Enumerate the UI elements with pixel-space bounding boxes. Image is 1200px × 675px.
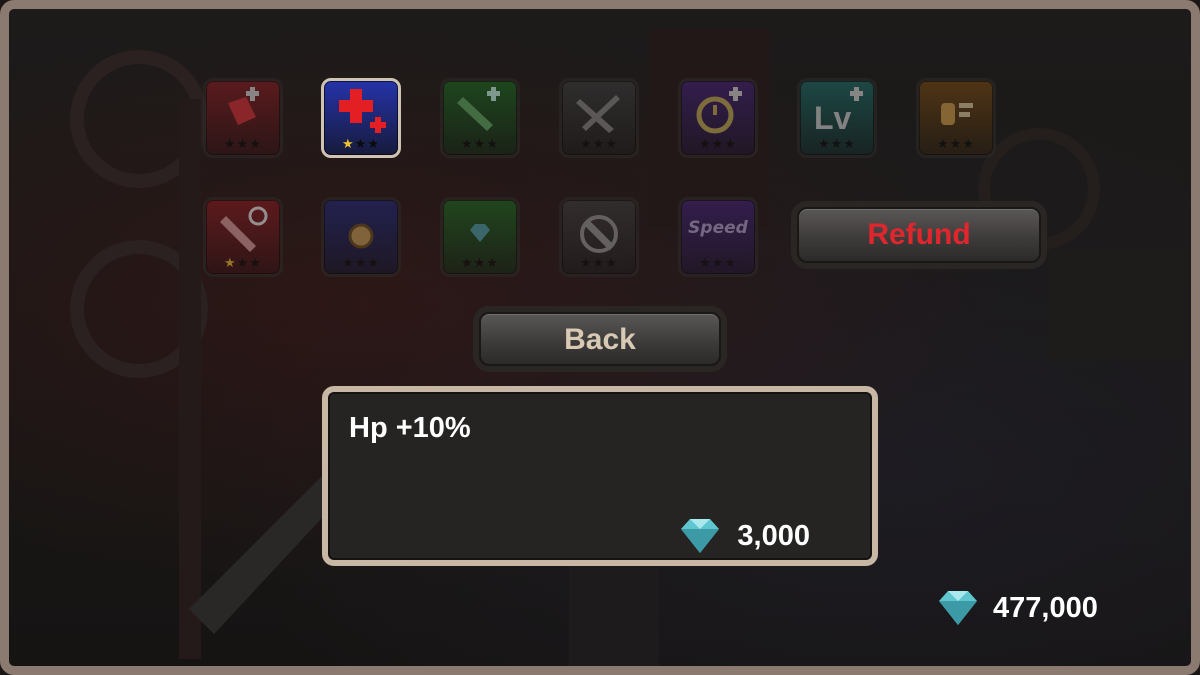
skill-slot-hp-up[interactable]: ★★★ <box>321 78 401 158</box>
gem-balance: 477,000 <box>935 585 1098 631</box>
sword-clock-icon <box>220 206 268 252</box>
speed-label: Speed <box>688 218 748 238</box>
skill-slot-sword-up[interactable]: ★★★ <box>440 78 520 158</box>
refund-button[interactable]: Refund <box>797 207 1041 263</box>
coin-icon <box>348 223 374 249</box>
upgrade-cost: 3,000 <box>677 514 810 558</box>
skill-stars: ★★★ <box>580 256 618 271</box>
skill-stars: ★★★ <box>461 256 499 271</box>
skill-stars: ★★★ <box>580 137 618 152</box>
skill-info-panel: Hp +10% 3,000 <box>322 386 878 566</box>
skill-stars: ★★★ <box>937 137 975 152</box>
skill-stars: ★★★ <box>342 256 380 271</box>
gem-icon <box>470 224 490 242</box>
skill-slot-gem[interactable]: ★★★ <box>440 197 520 277</box>
skill-description: Hp +10% <box>349 412 471 444</box>
sword-plus-icon <box>457 87 500 131</box>
no-sword-icon <box>580 215 618 253</box>
skill-slot-gold-up[interactable]: ★★★ <box>916 78 996 158</box>
attack-power-icon <box>228 87 259 125</box>
skill-stars: ★★★ <box>461 137 499 152</box>
skill-stars: ★★★ <box>342 137 380 152</box>
balance-value: 477,000 <box>993 591 1098 624</box>
skill-slot-attack-power-up[interactable]: ★★★ <box>203 78 283 158</box>
skill-slot-time-up[interactable]: ★★★ <box>678 78 758 158</box>
skill-stars: ★★★ <box>818 137 856 152</box>
skill-stars: ★★★ <box>699 256 737 271</box>
level-up-icon: Lv <box>814 87 863 136</box>
skill-slot-speed[interactable]: Speed ★★★ <box>678 197 758 277</box>
diamond-icon <box>939 591 977 625</box>
gold-bonus-icon <box>941 103 973 125</box>
skill-stars: ★★★ <box>699 137 737 152</box>
skill-slot-no-sword[interactable]: ★★★ <box>559 197 639 277</box>
skill-stars: ★★★ <box>224 256 262 271</box>
skill-slot-coin[interactable]: ★★★ <box>321 197 401 277</box>
hp-cross-icon <box>339 89 386 133</box>
back-button[interactable]: Back <box>479 312 721 366</box>
skill-slot-attack-speed[interactable]: ★★★ <box>203 197 283 277</box>
cost-value: 3,000 <box>737 519 810 552</box>
crossed-swords-icon <box>576 95 620 133</box>
skill-slot-crit-up[interactable]: ★★★ <box>559 78 639 158</box>
skill-slot-level-up[interactable]: Lv ★★★ <box>797 78 877 158</box>
svg-text:Lv: Lv <box>814 100 852 136</box>
skill-stars: ★★★ <box>224 137 262 152</box>
diamond-icon <box>681 519 720 553</box>
stopwatch-icon <box>696 87 742 134</box>
